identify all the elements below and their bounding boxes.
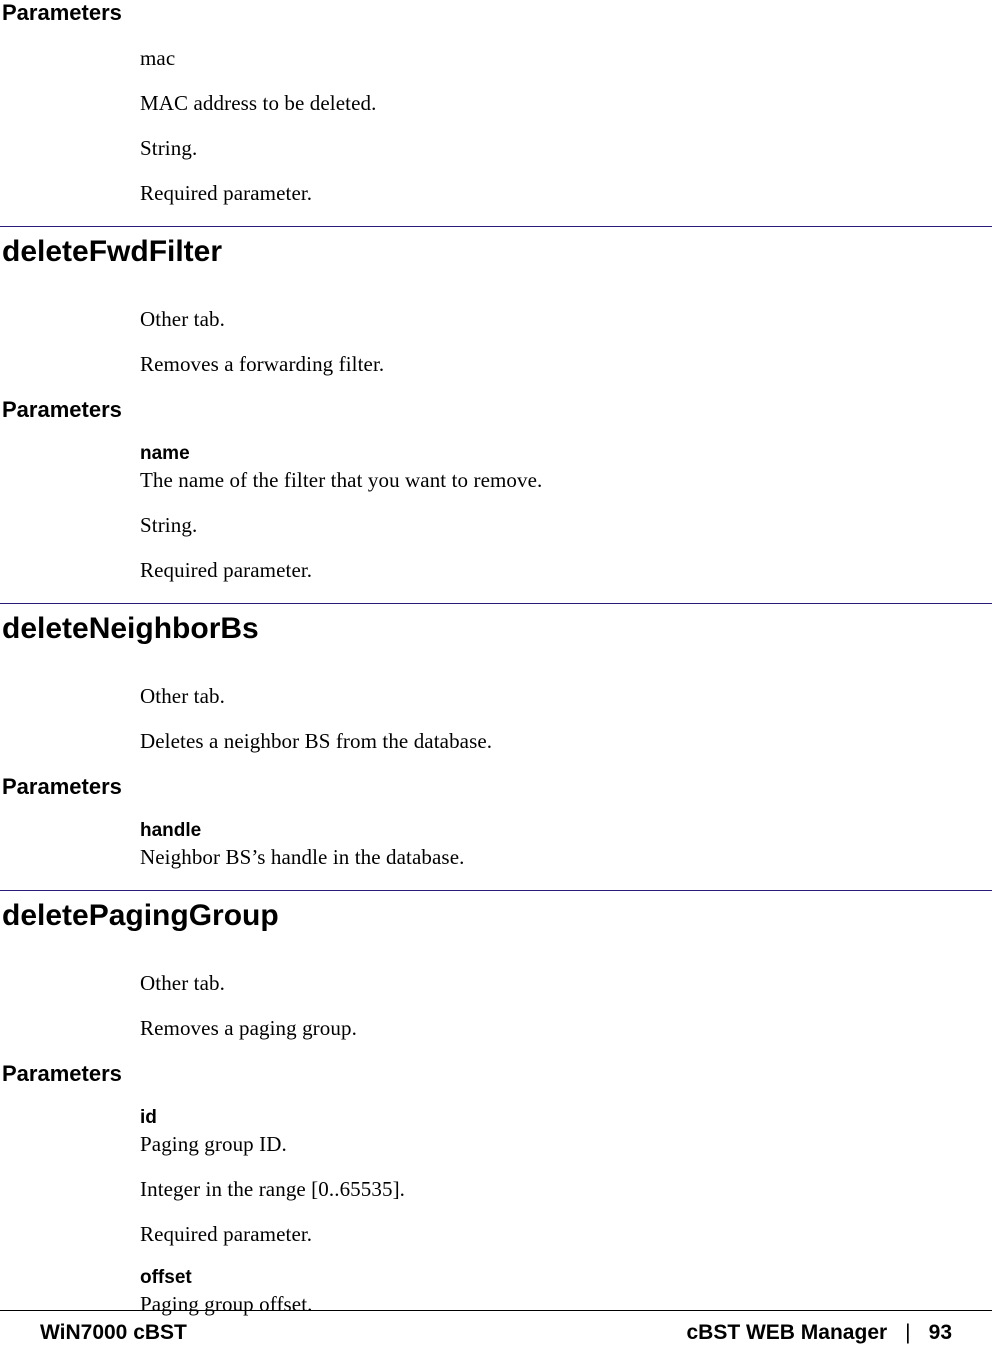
param-name-type: String. <box>140 513 992 538</box>
param-mac-req: Required parameter. <box>140 181 992 206</box>
section-divider <box>0 226 992 227</box>
section-description: Deletes a neighbor BS from the database. <box>140 729 992 754</box>
param-id-type: Integer in the range [0..65535]. <box>140 1177 992 1202</box>
section-deleteneighborbs: deleteNeighborBs Other tab. Deletes a ne… <box>0 612 992 870</box>
section-deletefwdfilter: deleteFwdFilter Other tab. Removes a for… <box>0 235 992 583</box>
parameters-heading: Parameters <box>2 397 992 423</box>
param-handle-desc: Neighbor BS’s handle in the database. <box>140 845 992 870</box>
param-name-req: Required parameter. <box>140 558 992 583</box>
footer-title: cBST WEB Manager <box>686 1321 887 1345</box>
param-handle-label: handle <box>140 820 992 842</box>
param-mac-desc: MAC address to be deleted. <box>140 91 992 116</box>
page-footer: WiN7000 cBST cBST WEB Manager | 93 <box>0 1310 992 1345</box>
section-divider <box>0 890 992 891</box>
param-id-label: id <box>140 1107 992 1129</box>
parameters-heading: Parameters <box>2 774 992 800</box>
param-name-desc: The name of the filter that you want to … <box>140 468 992 493</box>
tab-location: Other tab. <box>140 307 992 332</box>
param-mac-type: String. <box>140 136 992 161</box>
param-offset-label: offset <box>140 1267 992 1289</box>
section-heading-deletepaginggroup: deletePagingGroup <box>2 899 992 933</box>
tab-location: Other tab. <box>140 971 992 996</box>
section-heading-deleteneighborbs: deleteNeighborBs <box>2 612 992 646</box>
section-heading-deletefwdfilter: deleteFwdFilter <box>2 235 992 269</box>
section-description: Removes a forwarding filter. <box>140 352 992 377</box>
tab-location: Other tab. <box>140 684 992 709</box>
footer-right: cBST WEB Manager | 93 <box>686 1321 952 1345</box>
section-deletepaginggroup: deletePagingGroup Other tab. Removes a p… <box>0 899 992 1317</box>
section-parameters-top: Parameters mac MAC address to be deleted… <box>0 0 992 206</box>
param-name-label: name <box>140 443 992 465</box>
param-mac-name: mac <box>140 46 992 71</box>
footer-left: WiN7000 cBST <box>40 1321 187 1345</box>
footer-page-number: 93 <box>929 1321 952 1345</box>
section-description: Removes a paging group. <box>140 1016 992 1041</box>
parameters-heading: Parameters <box>2 0 992 26</box>
param-id-req: Required parameter. <box>140 1222 992 1247</box>
parameters-heading: Parameters <box>2 1061 992 1087</box>
footer-separator: | <box>905 1321 910 1345</box>
section-divider <box>0 603 992 604</box>
param-id-desc: Paging group ID. <box>140 1132 992 1157</box>
